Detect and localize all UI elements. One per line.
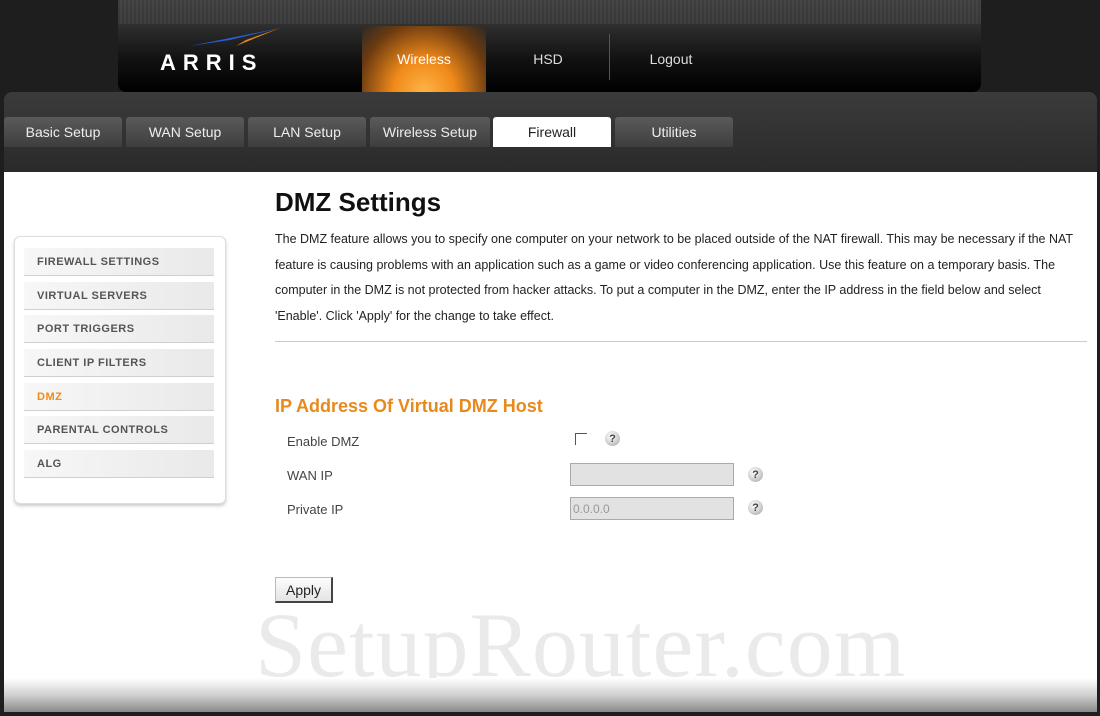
tab-basic-setup[interactable]: Basic Setup xyxy=(4,117,122,147)
page-title: DMZ Settings xyxy=(275,187,442,217)
top-nav-logout[interactable]: Logout xyxy=(612,26,730,92)
top-nav-separator xyxy=(609,34,610,80)
sidebar-item-client-ip-filters[interactable]: CLIENT IP FILTERS xyxy=(24,349,214,377)
tab-utilities[interactable]: Utilities xyxy=(615,117,733,147)
wan-ip-label: WAN IP xyxy=(287,468,333,483)
tab-lan-setup[interactable]: LAN Setup xyxy=(248,117,366,147)
bottom-gradient xyxy=(4,678,1097,712)
private-ip-input[interactable] xyxy=(570,497,734,520)
logo-swoosh-icon xyxy=(190,28,280,46)
top-nav-wireless[interactable]: Wireless xyxy=(362,26,486,92)
logo-text: ARRIS xyxy=(160,50,264,75)
enable-dmz-label: Enable DMZ xyxy=(287,434,360,449)
divider xyxy=(275,341,1087,342)
arris-logo: ARRIS xyxy=(160,26,290,75)
help-icon[interactable]: ? xyxy=(748,500,763,515)
sidebar-item-alg[interactable]: ALG xyxy=(24,450,214,478)
sidebar-item-port-triggers[interactable]: PORT TRIGGERS xyxy=(24,315,214,343)
header-pattern xyxy=(118,0,981,24)
tab-wireless-setup[interactable]: Wireless Setup xyxy=(370,117,490,147)
sidebar-item-dmz[interactable]: DMZ xyxy=(24,383,214,411)
tab-firewall[interactable]: Firewall xyxy=(493,117,611,147)
sidebar-item-firewall-settings[interactable]: FIREWALL SETTINGS xyxy=(24,248,214,276)
sidebar-item-virtual-servers[interactable]: VIRTUAL SERVERS xyxy=(24,282,214,310)
help-icon[interactable]: ? xyxy=(605,431,620,446)
sidebar-item-parental-controls[interactable]: PARENTAL CONTROLS xyxy=(24,416,214,444)
help-icon[interactable]: ? xyxy=(748,467,763,482)
wan-ip-input[interactable] xyxy=(570,463,734,486)
tab-wan-setup[interactable]: WAN Setup xyxy=(126,117,244,147)
top-nav-hsd[interactable]: HSD xyxy=(490,26,606,92)
private-ip-label: Private IP xyxy=(287,502,344,517)
page-description: The DMZ feature allows you to specify on… xyxy=(275,232,1073,324)
enable-dmz-checkbox[interactable] xyxy=(575,433,587,445)
section-title: IP Address Of Virtual DMZ Host xyxy=(275,396,543,416)
